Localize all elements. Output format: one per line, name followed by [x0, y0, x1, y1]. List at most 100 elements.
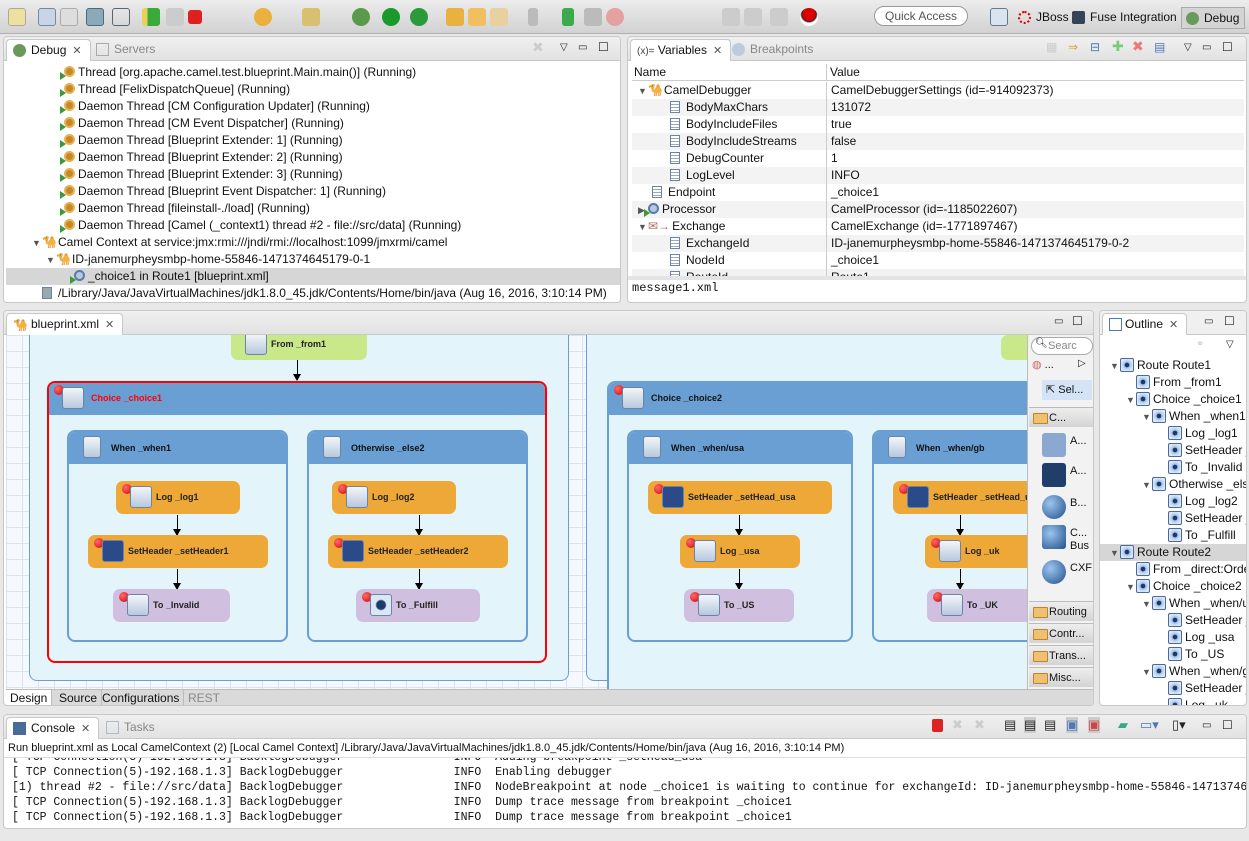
variable-row[interactable]: BodyIncludeFiles true: [632, 116, 1244, 133]
drawer-miscellaneous[interactable]: Misc...: [1029, 667, 1093, 687]
tab-configurations[interactable]: Configurations: [98, 690, 185, 705]
view-menu-icon[interactable]: ▽: [1226, 339, 1234, 350]
when-gb-container[interactable]: When _when/gb SetHeader _setHead_uk Log …: [872, 430, 1027, 642]
open-console-icon[interactable]: ▯▾: [1172, 717, 1186, 733]
log2-node[interactable]: Log _log2: [332, 481, 456, 514]
thread-node[interactable]: Daemon Thread [CM Configuration Updater]…: [60, 98, 370, 115]
expanded-triangle-icon[interactable]: ▼: [1110, 358, 1120, 375]
palette-menu[interactable]: ◍ ...: [1032, 358, 1054, 371]
tab-source[interactable]: Source: [55, 690, 103, 705]
process-node[interactable]: /Library/Java/JavaVirtualMachines/jdk1.8…: [42, 285, 607, 302]
step-over-icon[interactable]: [254, 8, 272, 26]
from-from1-node[interactable]: From _from1: [231, 335, 367, 360]
expanded-triangle-icon[interactable]: ▼: [1142, 596, 1152, 613]
outline-item[interactable]: To _US: [1100, 646, 1246, 663]
expanded-triangle-icon[interactable]: ▼: [1142, 409, 1152, 426]
camel-stop-icon[interactable]: [606, 8, 624, 26]
outline-item[interactable]: Log _uk: [1100, 697, 1246, 705]
use-step-filters-icon[interactable]: [302, 8, 320, 26]
forward-icon[interactable]: [744, 8, 762, 26]
detail-pane[interactable]: message1.xml: [632, 280, 718, 297]
outline-item[interactable]: ▼ Otherwise _else2: [1100, 476, 1246, 493]
thread-node[interactable]: Daemon Thread [Camel (_context1) thread …: [60, 217, 461, 234]
outline-filter-icon[interactable]: ⚭: [1196, 339, 1204, 350]
outline-item[interactable]: SetHeader _setHead_usa: [1100, 612, 1246, 629]
variable-row[interactable]: RouteId Route1: [632, 269, 1244, 276]
show-type-names-icon[interactable]: ▦: [1046, 40, 1057, 54]
expanded-triangle-icon[interactable]: ▼: [46, 252, 56, 269]
redhat-icon[interactable]: [800, 8, 818, 26]
outline-item[interactable]: Log _log1: [1100, 425, 1246, 442]
thread-node[interactable]: Daemon Thread [fileinstall-./load] (Runn…: [60, 200, 310, 217]
scroll-lock-icon[interactable]: ▤: [1024, 717, 1037, 733]
outline-item[interactable]: ▼ Route Route1: [1100, 357, 1246, 375]
save-icon[interactable]: [38, 8, 56, 26]
terminate-icon[interactable]: [188, 10, 202, 24]
maximize-icon[interactable]: ☐: [1222, 718, 1233, 732]
log1-node[interactable]: Log _log1: [116, 481, 240, 514]
collapse-all-icon[interactable]: ⊟: [1090, 40, 1100, 54]
choice1-container[interactable]: Choice _choice1 When _when1 Log _log1 Se…: [47, 381, 547, 663]
thread-node[interactable]: Thread [org.apache.camel.test.blueprint.…: [60, 64, 416, 81]
minimize-icon[interactable]: ▭: [1202, 42, 1211, 53]
minimize-icon[interactable]: ▭: [1054, 316, 1063, 327]
expanded-triangle-icon[interactable]: ▼: [638, 219, 648, 236]
setheader-usa-node[interactable]: SetHeader _setHead_usa: [648, 481, 832, 514]
open-type-icon[interactable]: [446, 8, 464, 26]
tab-debug[interactable]: Debug ✕: [6, 39, 91, 61]
thread-node[interactable]: Daemon Thread [Blueprint Extender: 3] (R…: [60, 166, 343, 183]
annotation-icon[interactable]: [528, 8, 538, 26]
outline-item[interactable]: From _from1: [1100, 374, 1246, 391]
tab-tasks[interactable]: Tasks: [100, 717, 163, 739]
variable-row[interactable]: BodyMaxChars 131072: [632, 99, 1244, 116]
run-icon[interactable]: [382, 8, 400, 26]
route2-from-node[interactable]: [1001, 335, 1027, 360]
to-us-node[interactable]: To _US: [684, 589, 794, 622]
terminate-icon[interactable]: [932, 719, 943, 732]
outline-item[interactable]: SetHeader _setHeader2: [1100, 510, 1246, 527]
outline-item[interactable]: ▼ When _when1: [1100, 408, 1246, 426]
setheader2-node[interactable]: SetHeader _setHeader2: [328, 535, 508, 568]
otherwise-container[interactable]: Otherwise _else2 Log _log2 SetHeader _se…: [307, 430, 528, 642]
display-console-icon[interactable]: ▭▾: [1140, 717, 1159, 733]
palette-select-tool[interactable]: ⇱ Sel...: [1042, 380, 1092, 400]
expanded-triangle-icon[interactable]: ▼: [638, 83, 648, 100]
tab-design[interactable]: Design: [6, 690, 53, 705]
camel-resume-icon[interactable]: [562, 8, 574, 26]
outline-item[interactable]: ▼ Route Route2: [1100, 544, 1246, 562]
external-tools-icon[interactable]: [410, 8, 428, 26]
view-menu-icon[interactable]: ▽: [560, 42, 568, 53]
thread-node[interactable]: Daemon Thread [Blueprint Extender: 2] (R…: [60, 149, 343, 166]
search-icon[interactable]: [490, 8, 508, 26]
close-icon[interactable]: ✕: [72, 45, 81, 57]
camel-debug-icon[interactable]: [584, 8, 602, 26]
to-invalid-node[interactable]: To _Invalid: [113, 589, 230, 622]
outline-item[interactable]: ▼ When _when/gb: [1100, 663, 1246, 680]
close-icon[interactable]: ✕: [105, 319, 114, 331]
close-icon[interactable]: ✕: [1169, 319, 1178, 331]
perspective-debug[interactable]: Debug: [1181, 7, 1246, 29]
expanded-triangle-icon[interactable]: ▼: [1110, 545, 1120, 562]
column-name[interactable]: Name: [634, 64, 666, 81]
suspend-icon[interactable]: [166, 8, 184, 26]
maximize-icon[interactable]: ☐: [1224, 314, 1235, 328]
open-perspective-icon[interactable]: [990, 8, 1008, 26]
variable-row[interactable]: BodyIncludeStreams false: [632, 133, 1244, 150]
choice2-container[interactable]: Choice _choice2 When _when/usa SetHeader…: [607, 381, 1027, 689]
show-logical-structure-icon[interactable]: ⇒: [1068, 40, 1078, 54]
tab-variables[interactable]: (x)= Variables ✕: [630, 39, 732, 61]
outline-item[interactable]: Log _usa: [1100, 629, 1246, 646]
palette-expand-icon[interactable]: ▷: [1078, 358, 1086, 369]
variable-row[interactable]: ExchangeId ID-janemurpheysmbp-home-55846-…: [632, 235, 1244, 252]
log-usa-node[interactable]: Log _usa: [680, 535, 800, 568]
clear-console-icon[interactable]: ▤: [1004, 717, 1016, 733]
selected-stack-frame[interactable]: _choice1 in Route1 [blueprint.xml]: [6, 268, 620, 285]
show-on-stdout-icon[interactable]: ▣: [1066, 717, 1079, 733]
details-icon[interactable]: ▤: [1154, 40, 1165, 54]
maximize-icon[interactable]: ☐: [1072, 314, 1083, 328]
expanded-triangle-icon[interactable]: ▼: [32, 235, 42, 252]
save-all-icon[interactable]: [60, 8, 78, 26]
outline-item[interactable]: ▼ Choice _choice1: [1100, 391, 1246, 408]
skip-breakpoints-icon[interactable]: [112, 8, 130, 26]
variable-row[interactable]: ▶ Processor CamelProcessor (id=-1185022607…: [632, 201, 1244, 218]
